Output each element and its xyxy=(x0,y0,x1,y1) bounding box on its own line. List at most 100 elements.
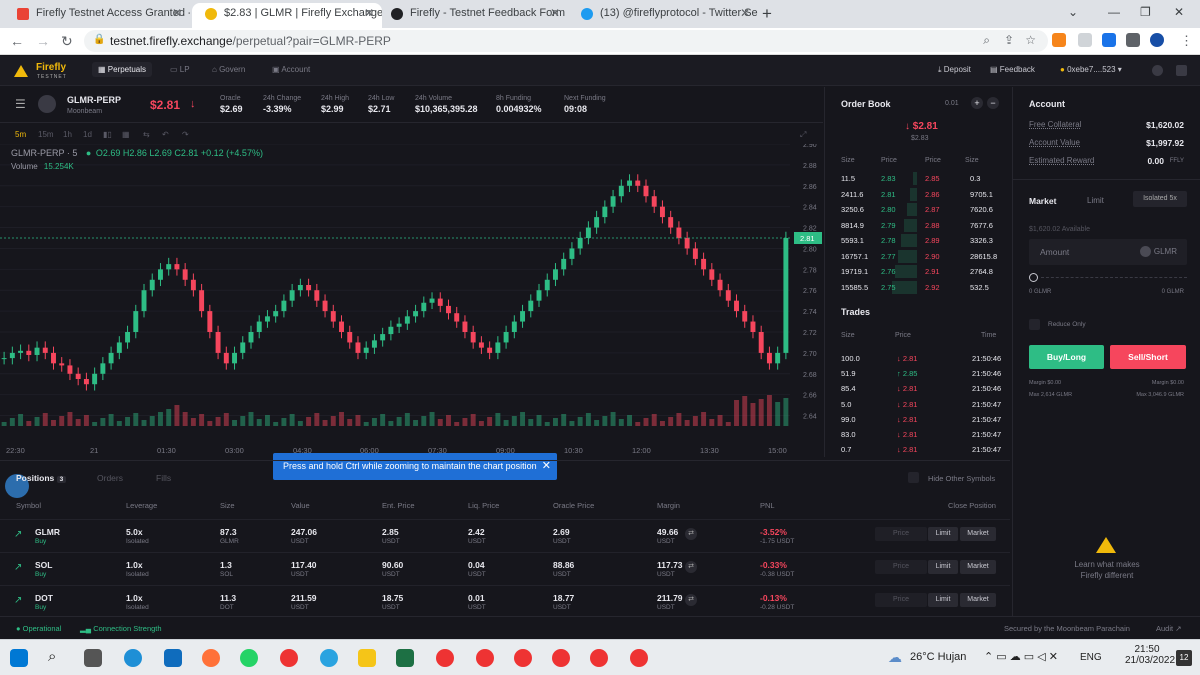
close-price-input[interactable]: Price xyxy=(875,527,927,541)
chrome-icon[interactable] xyxy=(436,649,454,667)
tab-limit[interactable]: Limit xyxy=(1087,196,1104,205)
shield-extension-icon[interactable] xyxy=(1078,33,1092,47)
whatsapp-icon[interactable] xyxy=(240,649,258,667)
bookmark-star-icon[interactable]: ☆ xyxy=(1025,33,1036,47)
orderbook-tick[interactable]: 0.01 xyxy=(945,100,959,107)
amount-input[interactable]: Amount GLMR xyxy=(1029,239,1187,265)
language-indicator[interactable]: ENG xyxy=(1080,652,1102,663)
close-limit-button[interactable]: Limit xyxy=(928,560,958,574)
chrome-icon[interactable] xyxy=(552,649,570,667)
mail-icon[interactable] xyxy=(164,649,182,667)
close-icon[interactable]: ✕ xyxy=(172,3,182,23)
back-icon[interactable]: ← xyxy=(10,33,24,49)
tab-search-icon[interactable]: ⌄ xyxy=(1068,5,1078,19)
orderbook-row[interactable]: 11.5 2.83 2.85 0.3 xyxy=(825,171,1011,186)
settings-icon[interactable] xyxy=(1152,65,1163,76)
close-icon[interactable]: ✕ xyxy=(740,3,750,23)
indicator-icon[interactable]: ▦ xyxy=(122,130,130,139)
orderbook-row[interactable]: 16757.1 2.77 2.90 28615.8 xyxy=(825,249,1011,264)
buy-long-button[interactable]: Buy/Long xyxy=(1029,345,1104,369)
adjust-margin-icon[interactable]: ⇄ xyxy=(685,561,697,573)
new-tab-button[interactable]: + xyxy=(762,4,772,24)
close-price-input[interactable]: Price xyxy=(875,593,927,607)
orderbook-row[interactable]: 8814.9 2.79 2.88 7677.6 xyxy=(825,218,1011,233)
browser-tab[interactable]: Firefly - Testnet Feedback Form ✕ xyxy=(378,3,568,28)
chrome-icon[interactable] xyxy=(514,649,532,667)
tab-fills[interactable]: Fills xyxy=(156,473,171,483)
extension-icon[interactable] xyxy=(1102,33,1116,47)
reload-icon[interactable]: ↻ xyxy=(61,33,73,50)
tab-orders[interactable]: Orders xyxy=(97,473,123,483)
chrome-icon[interactable] xyxy=(590,649,608,667)
timeframe-1h[interactable]: 1h xyxy=(63,130,72,139)
chrome-icon[interactable] xyxy=(630,649,648,667)
hamburger-icon[interactable]: ☰ xyxy=(15,97,26,111)
address-bar[interactable]: 🔒 testnet.firefly.exchange/perpetual?pai… xyxy=(84,30,1048,52)
clock[interactable]: 21:50 21/03/2022 xyxy=(1125,644,1175,666)
timeframe-1d[interactable]: 1d xyxy=(83,130,92,139)
deposit-button[interactable]: ⤓ Deposit xyxy=(938,65,971,75)
redo-icon[interactable]: ↷ xyxy=(182,130,189,139)
price-chart[interactable]: 5m 15m 1h 1d ▮▯ ▦ ⇆ ↶ ↷ ⤢ GLMR-PERP · 5 … xyxy=(0,124,823,498)
tab-positions[interactable]: Positions 3 xyxy=(16,473,67,483)
chrome-icon[interactable] xyxy=(476,649,494,667)
orderbook-row[interactable]: 2411.6 2.81 2.86 9705.1 xyxy=(825,187,1011,202)
telegram-icon[interactable] xyxy=(320,649,338,667)
notification-badge[interactable]: 12 xyxy=(1176,650,1192,666)
nav-perpetuals[interactable]: ▦ Perpetuals xyxy=(92,62,153,77)
menu-dots-icon[interactable]: ⋮ xyxy=(1180,33,1193,49)
nav-lp[interactable]: ▭ LP xyxy=(170,65,190,74)
close-window-icon[interactable]: ✕ xyxy=(1174,5,1184,19)
nav-govern[interactable]: ⌂ Govern xyxy=(212,65,245,74)
margin-mode-select[interactable]: Isolated 5x xyxy=(1133,191,1187,207)
browser-tab[interactable]: Firefly Testnet Access Granted - ✕ xyxy=(4,3,190,28)
browser-tab-active[interactable]: $2.83 | GLMR | Firefly Exchange ✕ xyxy=(192,3,382,28)
restore-icon[interactable]: ❐ xyxy=(1140,5,1151,19)
orderbook-row[interactable]: 19719.1 2.76 2.91 2764.8 xyxy=(825,264,1011,279)
adjust-margin-icon[interactable]: ⇄ xyxy=(685,528,697,540)
browser-tab[interactable]: (13) @fireflyprotocol - Twitter Se ✕ xyxy=(568,3,758,28)
folder-icon[interactable] xyxy=(358,649,376,667)
market-symbol[interactable]: GLMR-PERP xyxy=(67,95,121,105)
candlestick-svg[interactable]: 2.90 2.88 2.86 2.84 2.82 2.80 2.78 2.76 2.74 2.72… xyxy=(0,144,823,456)
edge-icon[interactable] xyxy=(124,649,142,667)
zoom-icon[interactable]: ⌕ xyxy=(983,33,990,48)
excel-icon[interactable] xyxy=(396,649,414,667)
close-price-input[interactable]: Price xyxy=(875,560,927,574)
feedback-button[interactable]: ▤ Feedback xyxy=(990,65,1035,74)
timeframe-15m[interactable]: 15m xyxy=(38,130,54,139)
firefox-icon[interactable] xyxy=(202,649,220,667)
puzzle-icon[interactable] xyxy=(1126,33,1140,47)
amount-slider[interactable] xyxy=(1029,273,1187,283)
tab-market[interactable]: Market xyxy=(1029,196,1056,206)
close-icon[interactable]: ✕ xyxy=(364,3,374,23)
chrome-icon[interactable] xyxy=(280,649,298,667)
nav-account[interactable]: ▣ Account xyxy=(272,65,310,74)
share-icon[interactable]: ⇪ xyxy=(1004,33,1014,47)
close-limit-button[interactable]: Limit xyxy=(928,593,958,607)
weather-text[interactable]: 26°C Hujan xyxy=(910,651,966,663)
close-limit-button[interactable]: Limit xyxy=(928,527,958,541)
minus-icon[interactable]: − xyxy=(987,97,999,109)
plus-icon[interactable]: + xyxy=(971,97,983,109)
compare-icon[interactable]: ⇆ xyxy=(143,130,150,139)
close-icon[interactable]: ✕ xyxy=(550,3,560,23)
audit-link[interactable]: Audit ↗ xyxy=(1156,624,1181,633)
expand-icon[interactable]: ⤢ xyxy=(800,130,806,140)
profile-avatar[interactable] xyxy=(1150,33,1164,47)
close-market-button[interactable]: Market xyxy=(960,527,996,541)
slider-handle[interactable] xyxy=(1029,273,1038,282)
orderbook-row[interactable]: 5593.1 2.78 2.89 3326.3 xyxy=(825,233,1011,248)
close-market-button[interactable]: Market xyxy=(960,593,996,607)
candles-icon[interactable]: ▮▯ xyxy=(103,130,112,139)
metamask-icon[interactable] xyxy=(1052,33,1066,47)
task-view-icon[interactable] xyxy=(84,649,102,667)
fullscreen-icon[interactable] xyxy=(1176,65,1187,76)
learn-more-link[interactable]: Learn what makes Firefly different xyxy=(1067,559,1147,581)
sell-short-button[interactable]: Sell/Short xyxy=(1110,345,1186,369)
hide-other-checkbox[interactable] xyxy=(908,472,919,483)
reduce-only-checkbox[interactable] xyxy=(1029,319,1040,330)
close-market-button[interactable]: Market xyxy=(960,560,996,574)
adjust-margin-icon[interactable]: ⇄ xyxy=(685,594,697,606)
tray-icons[interactable]: ⌃ ▭ ☁ ▭ ◁ ✕ xyxy=(984,650,1058,663)
